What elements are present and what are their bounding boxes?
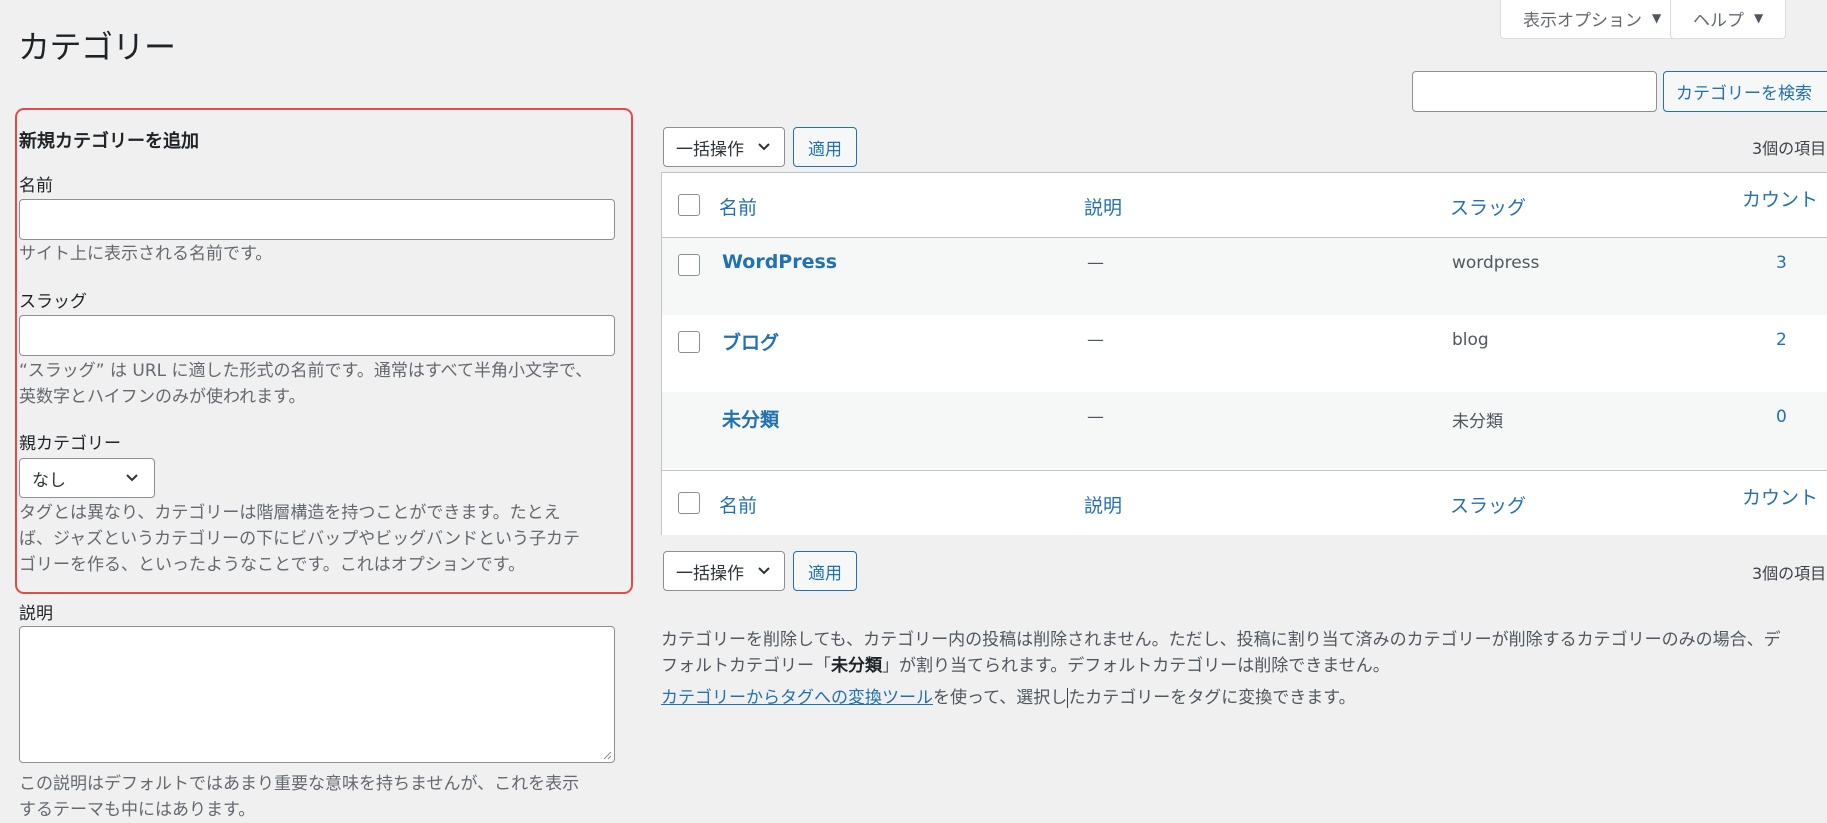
- apply-button-bottom[interactable]: 適用: [793, 551, 857, 591]
- parent-help-line: ば、ジャズというカテゴリーの下にビバップやビッグバンドという子カテ: [19, 529, 580, 549]
- row-name-link[interactable]: 未分類: [722, 405, 779, 432]
- apply-button-top[interactable]: 適用: [793, 127, 857, 167]
- converter-note: カテゴリーからタグへの変換ツールを使って、選択したカテゴリーをタグに変換できます…: [661, 685, 1827, 711]
- table-header: 名前 説明 スラッグ カウント: [662, 173, 1827, 238]
- bulk-action-select-bottom[interactable]: 一括操作: [663, 551, 785, 591]
- table-footer: 名前 説明 スラッグ カウント: [662, 470, 1827, 535]
- column-footer-name[interactable]: 名前: [719, 491, 757, 518]
- caret-down-icon: ▼: [1652, 11, 1662, 25]
- help-button[interactable]: ヘルプ ▼: [1670, 0, 1787, 39]
- parent-help-line: ゴリーを作る、といったようなことです。これはオプションです。: [19, 555, 526, 575]
- help-label: ヘルプ: [1693, 10, 1744, 31]
- page-title: カテゴリー: [18, 28, 176, 66]
- parent-help: タグとは異なり、カテゴリーは階層構造を持つことができます。たとえ ば、ジャズとい…: [19, 500, 619, 578]
- row-description: —: [1087, 407, 1104, 427]
- description-help-line: するテーマも中にはあります。: [19, 800, 256, 820]
- name-field[interactable]: [19, 199, 615, 240]
- column-header-count[interactable]: カウント: [1742, 185, 1818, 212]
- slug-help: “スラッグ” は URL に適した形式の名前です。通常はすべて半角小文字で、 英…: [19, 358, 619, 410]
- delete-note: カテゴリーを削除しても、カテゴリー内の投稿は削除されません。ただし、投稿に割り当…: [661, 627, 1827, 679]
- add-category-title: 新規カテゴリーを追加: [19, 131, 199, 152]
- delete-note-text: 」が割り当てられます。デフォルトカテゴリーは削除できません。: [882, 656, 1390, 676]
- resize-handle-icon[interactable]: [602, 750, 612, 760]
- table-row: ブログ — blog 2: [662, 315, 1827, 392]
- parent-category-select[interactable]: なし: [19, 458, 155, 498]
- search-categories-button[interactable]: カテゴリーを検索: [1663, 71, 1827, 112]
- column-footer-description[interactable]: 説明: [1084, 491, 1122, 518]
- caret-down-icon: ▼: [1754, 11, 1764, 25]
- screen-options-button[interactable]: 表示オプション ▼: [1500, 0, 1685, 39]
- row-description: —: [1087, 253, 1104, 273]
- chevron-down-icon: [758, 567, 770, 575]
- row-name-link[interactable]: WordPress: [722, 251, 837, 273]
- default-category-name: 未分類: [831, 656, 882, 676]
- row-name-link[interactable]: ブログ: [722, 328, 779, 355]
- delete-note-line: フォルトカテゴリー「未分類」が割り当てられます。デフォルトカテゴリーは削除できま…: [661, 653, 1827, 679]
- converter-note-text: たカテゴリーをタグに変換できます。: [1068, 688, 1356, 708]
- chevron-down-icon: [126, 474, 138, 482]
- row-description: —: [1087, 330, 1104, 350]
- parent-category-label: 親カテゴリー: [19, 434, 121, 454]
- select-all-checkbox[interactable]: [678, 194, 700, 216]
- name-label: 名前: [19, 176, 53, 196]
- slug-help-line: “スラッグ” は URL に適した形式の名前です。通常はすべて半角小文字で、: [19, 361, 593, 381]
- search-input[interactable]: [1412, 71, 1657, 112]
- item-count-bottom: 3個の項目: [1752, 564, 1827, 583]
- slug-help-line: 英数字とハイフンのみが使われます。: [19, 387, 306, 407]
- bulk-action-select-top[interactable]: 一括操作: [663, 127, 785, 167]
- chevron-down-icon: [758, 143, 770, 151]
- column-header-name[interactable]: 名前: [719, 193, 757, 220]
- screen-options-label: 表示オプション: [1523, 10, 1642, 31]
- row-slug: blog: [1452, 330, 1489, 350]
- column-footer-count[interactable]: カウント: [1742, 483, 1818, 510]
- row-count-link[interactable]: 3: [1776, 253, 1826, 273]
- name-help: サイト上に表示される名前です。: [19, 244, 273, 264]
- categories-table: 名前 説明 スラッグ カウント WordPress — wordpress 3 …: [661, 172, 1827, 535]
- parent-help-line: タグとは異なり、カテゴリーは階層構造を持つことができます。たとえ: [19, 503, 561, 523]
- description-field[interactable]: [19, 626, 615, 763]
- row-slug: wordpress: [1452, 253, 1540, 273]
- item-count-top: 3個の項目: [1752, 139, 1827, 158]
- converter-note-text: を使って、選択し: [933, 688, 1068, 708]
- column-footer-slug[interactable]: スラッグ: [1450, 491, 1526, 518]
- description-label: 説明: [19, 604, 53, 624]
- row-count-link[interactable]: 2: [1776, 330, 1826, 350]
- parent-category-selected: なし: [32, 470, 66, 491]
- slug-field[interactable]: [19, 315, 615, 356]
- row-count-link[interactable]: 0: [1776, 407, 1826, 427]
- slug-label: スラッグ: [19, 292, 87, 312]
- bulk-action-label: 一括操作: [676, 563, 744, 584]
- table-row: WordPress — wordpress 3: [662, 238, 1827, 315]
- delete-note-text: フォルトカテゴリー「: [661, 656, 831, 676]
- bulk-action-label: 一括操作: [676, 139, 744, 160]
- row-slug: 未分類: [1452, 412, 1503, 432]
- table-row: 未分類 — 未分類 0: [662, 392, 1827, 469]
- column-header-description[interactable]: 説明: [1084, 193, 1122, 220]
- row-checkbox[interactable]: [678, 254, 700, 276]
- description-help-line: この説明はデフォルトではあまり重要な意味を持ちませんが、これを表示: [19, 774, 580, 794]
- category-tag-converter-link[interactable]: カテゴリーからタグへの変換ツール: [661, 688, 933, 708]
- description-help: この説明はデフォルトではあまり重要な意味を持ちませんが、これを表示 するテーマも…: [19, 771, 619, 823]
- delete-note-line: カテゴリーを削除しても、カテゴリー内の投稿は削除されません。ただし、投稿に割り当…: [661, 630, 1781, 650]
- column-header-slug[interactable]: スラッグ: [1450, 193, 1526, 220]
- row-checkbox[interactable]: [678, 331, 700, 353]
- select-all-checkbox[interactable]: [678, 492, 700, 514]
